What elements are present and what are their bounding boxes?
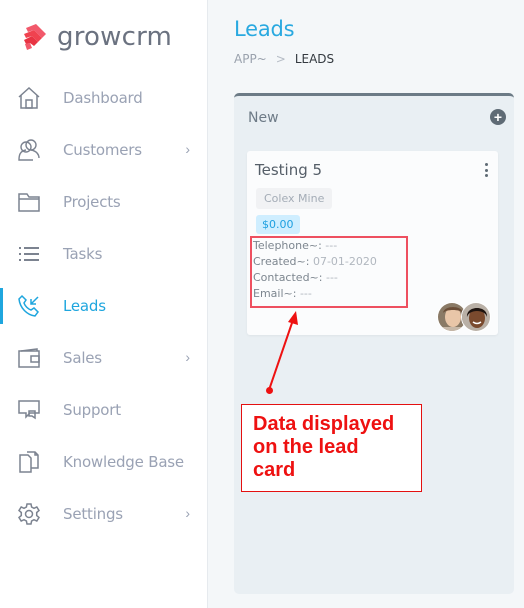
annotation-dot <box>266 387 273 394</box>
annotation-callout: Data displayed on the lead card <box>241 404 422 492</box>
chat-bubbles-icon <box>17 398 41 422</box>
field-value: --- <box>299 287 312 300</box>
lead-value-badge: $0.00 <box>256 215 300 234</box>
kebab-dot <box>484 163 488 166</box>
sidebar-item-sales[interactable]: Sales › <box>0 332 208 384</box>
chevron-right-icon: › <box>185 349 190 365</box>
growcrm-logo-icon <box>24 24 46 50</box>
list-icon <box>17 242 41 266</box>
field-telephone: Telephone~: --- <box>253 239 337 252</box>
breadcrumb-root[interactable]: APP~ <box>234 52 267 66</box>
sidebar-item-label: Support <box>63 401 121 419</box>
field-value: 07-01-2020 <box>312 255 377 268</box>
chevron-right-icon: › <box>185 505 190 521</box>
assigned-users <box>437 302 491 332</box>
lead-card-title[interactable]: Testing 5 <box>255 161 322 179</box>
main-content: Leads APP~ > LEADS New + Testing 5 Colex… <box>209 0 524 608</box>
field-created: Created~: 07-01-2020 <box>253 255 377 268</box>
page-title: Leads <box>234 17 295 41</box>
company-tag: Colex Mine <box>256 188 333 209</box>
sidebar-item-support[interactable]: Support <box>0 384 208 436</box>
sidebar-item-label: Settings <box>63 505 123 523</box>
field-label: Contacted~: <box>253 271 323 284</box>
field-value: --- <box>325 239 338 252</box>
field-label: Telephone~: <box>253 239 322 252</box>
chevron-right-icon: › <box>185 141 190 157</box>
lead-card[interactable]: Testing 5 Colex Mine $0.00 Telephone~: -… <box>247 151 498 335</box>
phone-incoming-icon <box>17 294 41 318</box>
sidebar-item-tasks[interactable]: Tasks <box>0 228 208 280</box>
app-name: growcrm <box>57 22 173 52</box>
sidebar-item-label: Dashboard <box>63 89 143 107</box>
sidebar-item-dashboard[interactable]: Dashboard <box>0 72 208 124</box>
sidebar-item-customers[interactable]: Customers › <box>0 124 208 176</box>
board-column-new: New + Testing 5 Colex Mine $0.00 Telepho… <box>234 93 514 594</box>
field-label: Created~: <box>253 255 310 268</box>
kebab-dot <box>484 174 488 177</box>
field-contacted: Contacted~: --- <box>253 271 338 284</box>
sidebar-item-leads[interactable]: Leads <box>0 280 208 332</box>
add-lead-button[interactable]: + <box>490 109 506 125</box>
field-value: --- <box>325 271 338 284</box>
field-label: Email~: <box>253 287 297 300</box>
sidebar-item-projects[interactable]: Projects <box>0 176 208 228</box>
breadcrumb: APP~ > LEADS <box>234 52 334 66</box>
sidebar-item-label: Knowledge Base <box>63 453 184 471</box>
plus-icon: + <box>493 109 503 125</box>
column-title: New <box>248 110 279 126</box>
avatar[interactable] <box>461 302 491 332</box>
sidebar: growcrm Dashboard Customers › Projects T… <box>0 0 208 608</box>
sidebar-item-settings[interactable]: Settings › <box>0 488 208 540</box>
app-logo[interactable]: growcrm <box>20 20 172 54</box>
documents-icon <box>17 450 41 474</box>
card-menu-button[interactable] <box>483 163 489 177</box>
sidebar-nav: Dashboard Customers › Projects Tasks Lea… <box>0 72 208 540</box>
breadcrumb-separator-icon: > <box>275 52 286 66</box>
gear-icon <box>17 502 41 526</box>
sidebar-item-knowledge-base[interactable]: Knowledge Base <box>0 436 208 488</box>
field-email: Email~: --- <box>253 287 312 300</box>
kebab-dot <box>484 168 488 172</box>
annotation-line: Data displayed <box>253 413 395 435</box>
sidebar-item-label: Tasks <box>63 245 103 263</box>
breadcrumb-current: LEADS <box>294 52 335 66</box>
annotation-line: on the lead <box>253 436 359 458</box>
home-icon <box>17 86 41 110</box>
wallet-icon <box>17 346 41 370</box>
sidebar-item-label: Sales <box>63 349 102 367</box>
annotation-line: card <box>253 459 296 481</box>
sidebar-item-label: Leads <box>63 297 106 315</box>
folder-icon <box>17 190 41 214</box>
sidebar-item-label: Projects <box>63 193 121 211</box>
sidebar-item-label: Customers <box>63 141 142 159</box>
users-icon <box>17 138 41 162</box>
